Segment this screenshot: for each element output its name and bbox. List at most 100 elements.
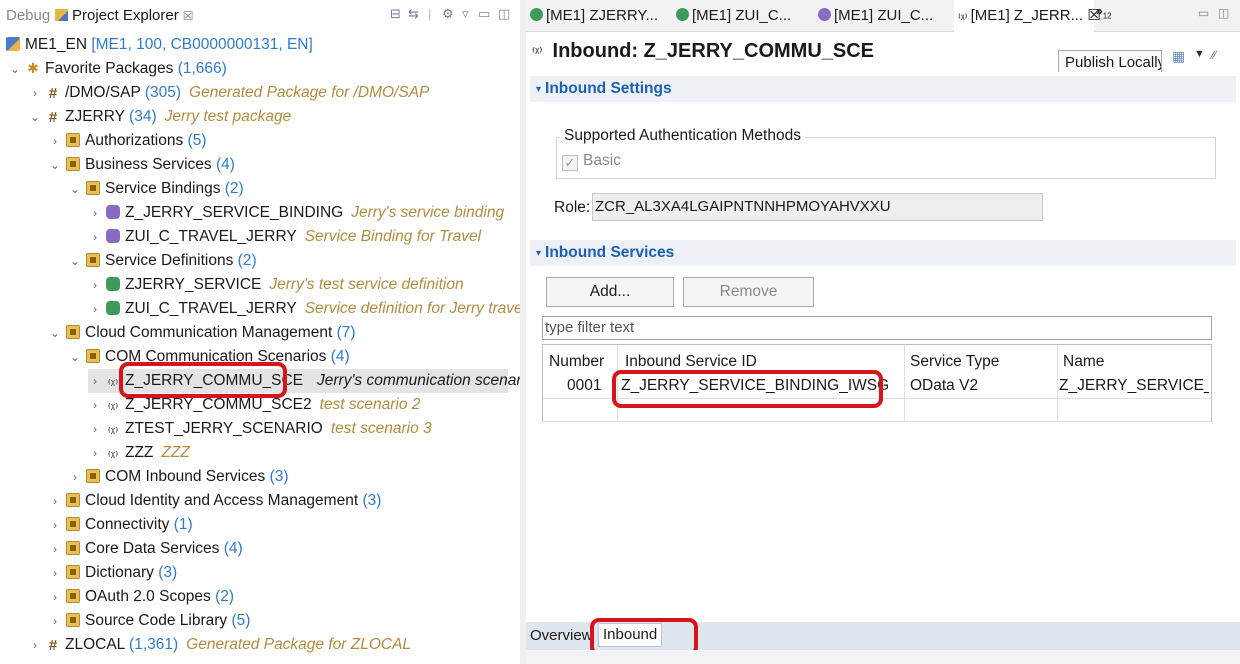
tree-item-communication-scenario[interactable]: › ⁽ᵡ⁾ ZZZ ZZZ <box>88 441 190 465</box>
minimize-icon[interactable]: ▭ <box>1198 6 1209 20</box>
chevron-right-icon[interactable]: › <box>28 81 42 105</box>
tree-item-package[interactable]: › # /DMO/SAP (305) Generated Package for /D… <box>28 81 429 105</box>
chevron-down-icon[interactable]: ⌄ <box>28 105 42 129</box>
chevron-right-icon[interactable]: › <box>48 609 62 633</box>
tree-item-service-definition[interactable]: › ZUI_C_TRAVEL_JERRY Service definition fo… <box>88 297 526 321</box>
collapse-caret-icon[interactable]: ▾ <box>536 248 541 259</box>
chevron-right-icon[interactable]: › <box>48 513 62 537</box>
chevron-right-icon[interactable]: › <box>88 369 102 393</box>
editor-tab-bar: [ME1] ZJERRY... [ME1] ZUI_C... [ME1] ZUI… <box>526 0 1240 32</box>
link-with-editor-icon[interactable]: ⇆ <box>408 6 419 22</box>
column-header-number[interactable]: Number <box>549 353 604 371</box>
chevron-down-icon[interactable]: ⌄ <box>68 177 82 201</box>
cell-number[interactable]: 0001 <box>567 377 601 395</box>
close-icon[interactable]: ☒ <box>183 9 194 23</box>
tree-item-folder[interactable]: › Core Data Services (4) <box>48 537 243 561</box>
cell-service-type[interactable]: OData V2 <box>910 377 978 395</box>
tree-item-folder[interactable]: › Authorizations (5) <box>48 129 207 153</box>
chevron-down-icon[interactable]: ⌄ <box>68 249 82 273</box>
editor-tab-active[interactable]: ⁽ᵡ⁾ [ME1] Z_JERR... ☒ <box>954 0 1101 32</box>
checkbox-icon: ✓ <box>562 155 578 171</box>
cell-name[interactable]: Z_JERRY_SERVICE_BIN <box>1059 377 1209 395</box>
deploy-icon[interactable]: ▦ <box>1172 48 1185 65</box>
section-inbound-services[interactable]: ▾ Inbound Services <box>530 240 1236 266</box>
chevron-right-icon[interactable]: › <box>88 201 102 225</box>
chevron-right-icon[interactable]: › <box>88 297 102 321</box>
tree-item-folder[interactable]: ⌄ Cloud Communication Management (7) <box>48 321 356 345</box>
tree-item-service-definition[interactable]: › ZJERRY_SERVICE Jerry's test service defi… <box>88 273 464 297</box>
editor-tab[interactable]: [ME1] ZUI_C... <box>814 0 952 32</box>
folder-icon <box>66 133 80 147</box>
tree-item-label: Core Data Services <box>85 540 220 557</box>
tree-item-service-binding[interactable]: › ZUI_C_TRAVEL_JERRY Service Binding for T… <box>88 225 481 249</box>
chevron-right-icon[interactable]: › <box>88 273 102 297</box>
collapse-all-icon[interactable]: ⊟ <box>390 6 401 22</box>
chevron-right-icon[interactable]: › <box>48 537 62 561</box>
maximize-icon[interactable]: ◫ <box>498 6 510 22</box>
filter-input[interactable]: type filter text <box>542 316 1212 340</box>
tree-item-folder[interactable]: › Dictionary (3) <box>48 561 177 585</box>
tree-item-description: Jerry's service binding <box>351 204 505 221</box>
chevron-right-icon[interactable]: › <box>88 417 102 441</box>
tree-item-communication-scenario[interactable]: › ⁽ᵡ⁾ ZTEST_JERRY_SCENARIO test scenario 3 <box>88 417 432 441</box>
tree-item-folder[interactable]: › Source Code Library (5) <box>48 609 250 633</box>
minimize-icon[interactable]: ▭ <box>478 6 490 22</box>
chevron-down-icon[interactable]: ⌄ <box>48 153 62 177</box>
chevron-right-icon[interactable]: › <box>88 441 102 465</box>
column-header-name[interactable]: Name <box>1063 353 1104 371</box>
add-button[interactable]: Add... <box>546 277 674 307</box>
tree-item-folder[interactable]: › Cloud Identity and Access Management (3… <box>48 489 381 513</box>
chevron-right-icon[interactable]: › <box>68 465 82 489</box>
chevron-right-icon[interactable]: › <box>48 561 62 585</box>
tree-item-count: (1,361) <box>129 636 179 653</box>
chevron-down-icon[interactable]: ⌄ <box>48 321 62 345</box>
chevron-right-icon[interactable]: › <box>88 225 102 249</box>
tree-item-label: ZJERRY <box>65 108 125 125</box>
basic-auth-checkbox[interactable]: ✓ Basic <box>562 152 621 171</box>
editor-tab[interactable]: [ME1] ZUI_C... <box>672 0 810 32</box>
package-icon: # <box>48 637 58 654</box>
tree-item-label: Cloud Communication Management <box>85 324 333 341</box>
column-header-service-type[interactable]: Service Type <box>910 353 999 371</box>
tree-item-folder[interactable]: ⌄ Service Definitions (2) <box>68 249 257 273</box>
chevron-right-icon[interactable]: › <box>28 633 42 657</box>
tree-item-label: Service Bindings <box>105 180 221 197</box>
tree-item-package[interactable]: ⌄ # ZJERRY (34) Jerry test package <box>28 105 291 129</box>
filter-icon[interactable]: ⚙ <box>442 6 454 22</box>
tab-project-explorer[interactable]: Project Explorer ☒ <box>55 7 193 24</box>
dropdown-arrow-icon[interactable]: ▼ <box>1194 48 1205 60</box>
tree-item-folder[interactable]: › COM Inbound Services (3) <box>68 465 289 489</box>
chevron-right-icon[interactable]: › <box>48 129 62 153</box>
maximize-icon[interactable]: ◫ <box>1218 6 1229 20</box>
collapse-caret-icon[interactable]: ▾ <box>536 84 541 95</box>
column-header-inbound-service-id[interactable]: Inbound Service ID <box>625 353 757 371</box>
editor-tab-label: [ME1] ZUI_C... <box>692 7 792 24</box>
tree-item-package[interactable]: › # ZLOCAL (1,361) Generated Package for ZL… <box>28 633 411 657</box>
tree-item-service-binding[interactable]: › Z_JERRY_SERVICE_BINDING Jerry's service … <box>88 201 504 225</box>
package-icon: # <box>48 109 58 126</box>
chevron-right-icon[interactable]: › <box>88 393 102 417</box>
tree-item-label: ME1_EN <box>25 36 88 53</box>
publish-locally-button[interactable]: Publish Locally <box>1058 50 1162 72</box>
chevron-right-icon[interactable]: › <box>48 585 62 609</box>
remove-button[interactable]: Remove <box>683 277 814 307</box>
tree-item-favorite-packages[interactable]: ⌄ ✱ Favorite Packages (1,666) <box>8 57 227 81</box>
tree-item-folder[interactable]: › OAuth 2.0 Scopes (2) <box>48 585 234 609</box>
chevron-right-icon[interactable]: › <box>48 489 62 513</box>
row-divider <box>543 421 1211 422</box>
tree-item-project[interactable]: ME1_EN [ME1, 100, CB0000000131, EN] <box>6 33 313 57</box>
folder-icon <box>86 181 100 195</box>
editor-tab[interactable]: [ME1] ZJERRY... <box>526 0 668 32</box>
tree-item-folder[interactable]: › Connectivity (1) <box>48 513 193 537</box>
chevron-down-icon[interactable]: ⌄ <box>68 345 82 369</box>
section-inbound-settings[interactable]: ▾ Inbound Settings <box>530 76 1236 102</box>
tree-item-folder[interactable]: ⌄ Service Bindings (2) <box>68 177 244 201</box>
tab-debug[interactable]: Debug <box>6 7 50 24</box>
chevron-down-icon[interactable]: ⌄ <box>8 57 22 81</box>
column-divider <box>904 345 905 421</box>
more-actions-icon[interactable]: ⁄⁄ <box>1212 48 1216 62</box>
view-menu-icon[interactable]: ▿ <box>462 6 469 22</box>
more-tabs-button[interactable]: »12 <box>1096 4 1112 20</box>
tree-item-folder[interactable]: ⌄ Business Services (4) <box>48 153 235 177</box>
tab-overview[interactable]: Overview <box>530 627 593 644</box>
